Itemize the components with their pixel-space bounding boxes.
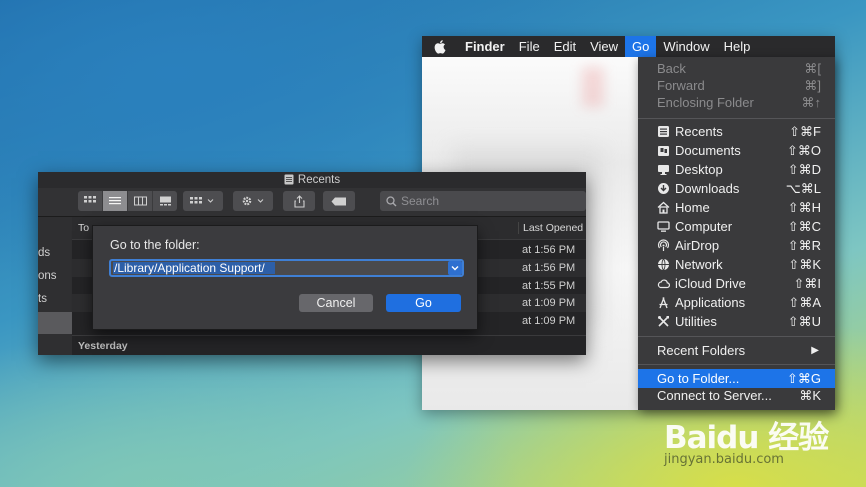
menu-window[interactable]: Window <box>656 36 716 57</box>
apple-icon[interactable] <box>422 39 458 54</box>
menu-item-airdrop[interactable]: AirDrop ⇧⌘R <box>638 236 835 255</box>
gallery-view-button[interactable] <box>153 191 177 211</box>
recents-icon <box>656 124 671 139</box>
menu-item-desktop[interactable]: Desktop ⇧⌘D <box>638 160 835 179</box>
go-button[interactable]: Go <box>386 294 461 312</box>
column-name[interactable]: To <box>78 222 89 234</box>
menu-item-connect-to-server[interactable]: Connect to Server... ⌘K <box>638 386 835 405</box>
menu-go[interactable]: Go <box>625 36 657 57</box>
menu-view[interactable]: View <box>583 36 625 57</box>
group-by-dropdown[interactable] <box>183 191 223 211</box>
baidu-watermark: Baidu 经验 jingyan.baidu.com <box>664 408 834 478</box>
share-icon[interactable] <box>283 191 315 211</box>
home-icon <box>656 200 671 215</box>
tag-icon[interactable] <box>323 191 355 211</box>
menu-item-utilities[interactable]: Utilities ⇧⌘U <box>638 312 835 331</box>
icloud-icon <box>656 276 671 291</box>
go-to-folder-dialog: Go to the folder: Cancel Go <box>92 225 478 330</box>
window-toolbar <box>38 188 586 217</box>
search-icon <box>386 195 397 207</box>
menu-separator <box>638 364 835 365</box>
downloads-icon <box>656 181 671 196</box>
menu-item-documents[interactable]: Documents ⇧⌘O <box>638 141 835 160</box>
dialog-prompt: Go to the folder: <box>110 238 200 252</box>
window-title: Recents <box>38 172 586 188</box>
column-view-button[interactable] <box>128 191 153 211</box>
search-field[interactable] <box>380 191 586 211</box>
watermark-logo-text: Baidu 经验 <box>664 420 829 456</box>
folder-path-combobox[interactable] <box>109 259 464 277</box>
search-input[interactable] <box>401 194 571 208</box>
folder-path-input[interactable] <box>111 261 448 275</box>
menu-item-enclosing-folder[interactable]: Enclosing Folder ⌘↑ <box>638 93 835 112</box>
sidebar-item[interactable]: ons <box>38 270 72 282</box>
menu-item-computer[interactable]: Computer ⇧⌘C <box>638 217 835 236</box>
menu-item-network[interactable]: Network ⇧⌘K <box>638 255 835 274</box>
airdrop-icon <box>656 238 671 253</box>
desktop-icon <box>656 162 671 177</box>
menu-file[interactable]: File <box>512 36 547 57</box>
utilities-icon <box>656 314 671 329</box>
sidebar-item[interactable]: ts <box>38 293 72 305</box>
group-header-yesterday: Yesterday <box>72 335 586 355</box>
list-view-button[interactable] <box>103 191 128 211</box>
sidebar-item[interactable]: ds <box>38 247 72 259</box>
menu-finder[interactable]: Finder <box>458 36 512 57</box>
cancel-button[interactable]: Cancel <box>299 294 373 312</box>
menu-bar: Finder File Edit View Go Window Help <box>422 36 835 57</box>
action-dropdown[interactable] <box>233 191 273 211</box>
menu-item-applications[interactable]: Applications ⇧⌘A <box>638 293 835 312</box>
menu-help[interactable]: Help <box>717 36 758 57</box>
share-group <box>283 191 315 211</box>
submenu-arrow-icon: ▶ <box>811 345 819 356</box>
chevron-down-icon[interactable] <box>448 261 462 275</box>
menu-item-recent-folders[interactable]: Recent Folders ▶ <box>638 341 835 360</box>
blurred-content <box>582 67 604 107</box>
go-menu-dropdown: Back ⌘[ Forward ⌘] Enclosing Folder ⌘↑ R… <box>638 57 835 410</box>
tag-group <box>323 191 355 211</box>
menu-item-recents[interactable]: Recents ⇧⌘F <box>638 122 835 141</box>
computer-icon <box>656 219 671 234</box>
group-by-button[interactable] <box>183 191 223 211</box>
menu-separator <box>638 118 835 119</box>
menu-item-icloud-drive[interactable]: iCloud Drive ⇧⌘I <box>638 274 835 293</box>
icon-view-button[interactable] <box>78 191 103 211</box>
menu-item-home[interactable]: Home ⇧⌘H <box>638 198 835 217</box>
watermark-url: jingyan.baidu.com <box>664 452 784 467</box>
menu-item-downloads[interactable]: Downloads ⌥⌘L <box>638 179 835 198</box>
column-last-opened[interactable]: Last Opened <box>518 222 583 234</box>
sidebar: ds ons ts <box>38 217 72 355</box>
applications-icon <box>656 295 671 310</box>
network-icon <box>656 257 671 272</box>
window-title-text: Recents <box>297 174 341 186</box>
view-mode-group <box>78 191 177 211</box>
sidebar-item-selected[interactable] <box>38 312 72 334</box>
menu-separator <box>638 336 835 337</box>
documents-icon <box>656 143 671 158</box>
gear-icon[interactable] <box>233 191 273 211</box>
menu-edit[interactable]: Edit <box>547 36 583 57</box>
